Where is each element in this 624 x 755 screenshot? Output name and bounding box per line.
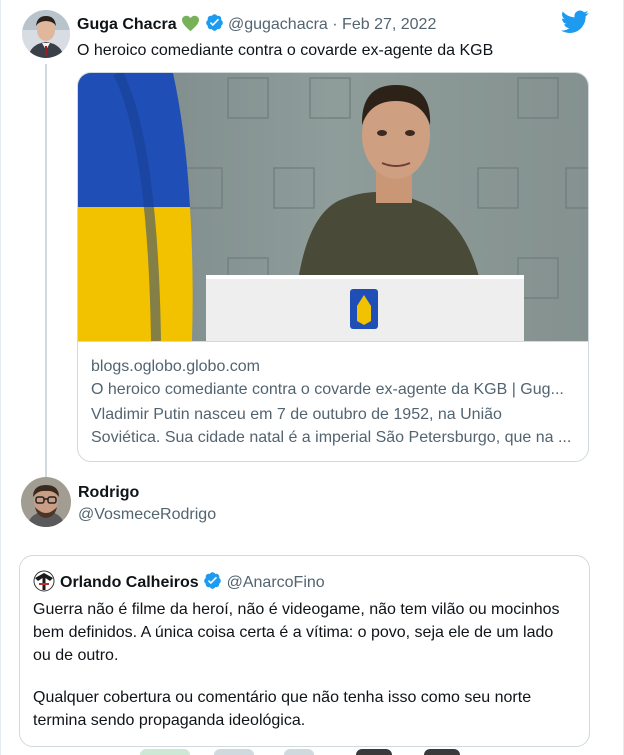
twitter-bird-icon[interactable]	[561, 10, 589, 34]
link-card-description-line1: Vladimir Putin nasceu em 7 de outubro de…	[91, 406, 502, 423]
quoted-text-p2-l1: Qualquer cobertura ou comentário que não…	[33, 689, 532, 706]
link-preview-card[interactable]: blogs.oglobo.globo.com O heroico comedia…	[77, 72, 589, 462]
bottom-action-pill-1[interactable]	[140, 749, 190, 755]
avatar-rodrigo[interactable]	[21, 477, 71, 527]
green-heart-emoji-icon	[181, 15, 200, 37]
separator-dot: ·	[332, 16, 338, 33]
bottom-action-pill-3[interactable]	[284, 749, 314, 755]
thread-connector-line	[45, 64, 47, 478]
quoted-text-p1-l2: bem definidos. A única coisa certa é a v…	[33, 624, 554, 641]
link-card-description-line2: Soviética. Sua cidade natal é a imperial…	[91, 429, 572, 446]
link-card-domain: blogs.oglobo.globo.com	[91, 358, 261, 375]
bottom-action-bar	[0, 749, 624, 755]
link-card-divider	[78, 341, 588, 342]
bottom-action-pill-4[interactable]	[356, 749, 392, 755]
quoted-author-handle[interactable]: @AnarcoFino	[227, 574, 325, 591]
tweet1-text: O heroico comediante contra o covarde ex…	[77, 42, 494, 59]
avatar-guga-chacra[interactable]	[22, 10, 70, 58]
quoted-text-p1-l1: Guerra não é filme da heroí, não é video…	[33, 601, 560, 618]
reply-author-handle[interactable]: @VosmeceRodrigo	[78, 506, 216, 524]
verified-badge-icon	[205, 13, 224, 37]
bottom-action-pill-5[interactable]	[424, 749, 460, 755]
author-name[interactable]: Guga Chacra	[77, 16, 177, 33]
container-left-border	[0, 0, 1, 755]
link-card-image[interactable]	[78, 73, 588, 342]
quoted-author-name[interactable]: Orlando Calheiros	[60, 574, 199, 591]
verified-badge-icon	[203, 571, 222, 595]
link-card-title: O heroico comediante contra o covarde ex…	[91, 381, 564, 398]
tweet-date[interactable]: Feb 27, 2022	[342, 16, 436, 33]
quoted-header: Orlando Calheiros @AnarcoFino	[60, 571, 325, 595]
reply-author-name[interactable]: Rodrigo	[78, 484, 139, 502]
tweet1-header: Guga Chacra @gugachacra · Feb 27, 2022	[77, 13, 436, 35]
quoted-text-p2-l2: termina sendo propaganda ideológica.	[33, 712, 306, 729]
quoted-tweet-card[interactable]: Orlando Calheiros @AnarcoFino Guerra não…	[19, 555, 590, 747]
quoted-avatar[interactable]	[33, 570, 55, 592]
quoted-text-p1-l3: ou de outro.	[33, 647, 119, 664]
bottom-action-pill-2[interactable]	[214, 749, 254, 755]
author-handle[interactable]: @gugachacra	[228, 16, 328, 33]
